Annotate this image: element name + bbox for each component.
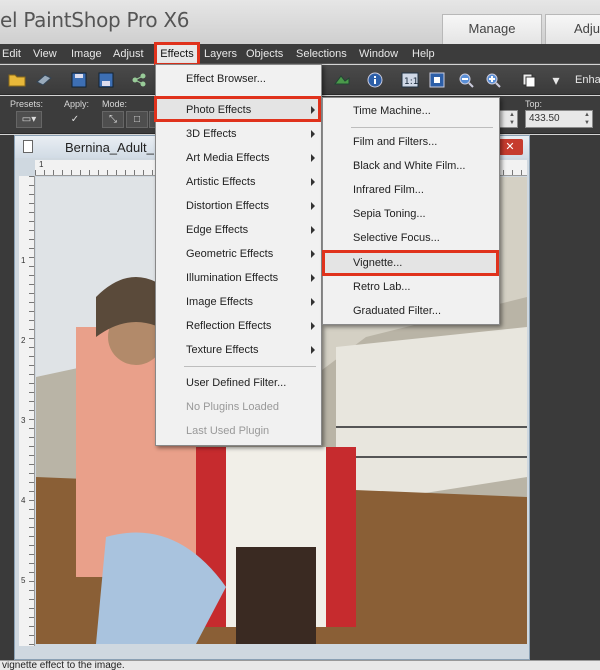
top-value: 433.50 [529,113,560,124]
document-title: Bernina_Adult_ [65,140,154,155]
apply-check-icon[interactable]: ✓ [64,111,86,128]
menu-help[interactable]: Help [412,44,435,64]
app-title: el PaintShop Pro X6 [0,8,190,32]
submenu-arrow-icon [311,202,315,210]
mode-rectangle-icon[interactable]: □ [126,111,148,128]
submenu-arrow-icon [311,346,315,354]
presets-dropdown[interactable]: ▭▾ [16,111,42,128]
spin-arrows-icon[interactable]: ▲ ▼ [582,111,592,127]
share-icon[interactable] [128,69,150,91]
save-icon[interactable] [68,69,90,91]
top-spinbox[interactable]: 433.50 ▲ ▼ [525,110,593,128]
menu-image[interactable]: Image [71,44,102,64]
title-bar: el PaintShop Pro X6 Manage Adjus [0,0,600,44]
menu-item-3d-effects[interactable]: 3D Effects [156,122,321,146]
menu-separator [351,127,493,128]
actual-size-icon[interactable]: 1:1 [399,69,421,91]
ruler-left-number: 4 [21,496,26,505]
status-bar: vignette effect to the image. [0,660,600,670]
presets-label: Presets: [10,99,44,109]
tab-manage[interactable]: Manage [442,14,542,44]
svg-text:1:1: 1:1 [404,77,418,87]
menu-view[interactable]: View [33,44,57,64]
submenu-arrow-icon [311,154,315,162]
menu-item-selective-focus[interactable]: Selective Focus... [323,226,499,250]
menu-item-sepia-toning[interactable]: Sepia Toning... [323,202,499,226]
ruler-left-number: 2 [21,336,26,345]
copy-icon[interactable] [518,69,540,91]
submenu-arrow-icon [311,130,315,138]
menu-item-infrared-film[interactable]: Infrared Film... [323,178,499,202]
menu-item-art-media-effects[interactable]: Art Media Effects [156,146,321,170]
menu-item-time-machine[interactable]: Time Machine... [323,99,499,123]
save-as-icon[interactable] [95,69,117,91]
menu-item-retro-lab[interactable]: Retro Lab... [323,275,499,299]
mode-label: Mode: [102,99,128,109]
ruler-top-number: 1 [39,160,44,169]
menu-separator [184,366,316,367]
info-icon[interactable] [364,69,386,91]
photo-effects-submenu: Time Machine... Film and Filters... Blac… [322,97,500,325]
menu-window[interactable]: Window [359,44,398,64]
ruler-left-number: 5 [21,576,26,585]
menu-item-graduated-filter[interactable]: Graduated Filter... [323,299,499,323]
dropdown-arrow-icon[interactable]: ▾ [545,69,567,91]
menu-selections[interactable]: Selections [296,44,347,64]
ruler-vertical: 1 2 3 4 5 [19,176,35,646]
apply-label: Apply: [64,99,90,109]
menu-item-distortion-effects[interactable]: Distortion Effects [156,194,321,218]
menu-adjust[interactable]: Adjust [113,44,144,64]
menu-item-last-used-plugin: Last Used Plugin [186,425,270,437]
menu-item-photo-effects[interactable]: Photo Effects [156,98,321,122]
menu-item-effect-browser[interactable]: Effect Browser... [156,67,321,91]
menu-item-edge-effects[interactable]: Edge Effects [156,218,321,242]
submenu-arrow-icon [311,106,315,114]
effects-menu: Effect Browser... Photo Effects 3D Effec… [155,64,322,446]
menu-item-geometric-effects[interactable]: Geometric Effects [156,242,321,266]
submenu-arrow-icon [311,250,315,258]
menu-objects[interactable]: Objects [246,44,283,64]
menu-item-black-and-white-film[interactable]: Black and White Film... [323,154,499,178]
zoom-in-icon[interactable] [482,69,504,91]
fit-window-icon[interactable] [426,69,448,91]
menu-item-film-and-filters[interactable]: Film and Filters... [323,130,499,154]
mode-freehand-icon[interactable]: ⤡ [102,111,124,128]
open-folder-icon[interactable] [6,69,28,91]
photo-icon[interactable] [331,69,353,91]
scanner-icon[interactable] [33,69,55,91]
menu-bar: Edit View Image Adjust Effects Layers Ob… [0,44,600,64]
menu-item-reflection-effects[interactable]: Reflection Effects [156,314,321,338]
menu-item-illumination-effects[interactable]: Illumination Effects [156,266,321,290]
menu-item-no-plugins: No Plugins Loaded [186,401,279,413]
submenu-arrow-icon [311,178,315,186]
submenu-arrow-icon [311,298,315,306]
menu-effects[interactable]: Effects [156,44,198,64]
submenu-arrow-icon [311,226,315,234]
ruler-left-number: 1 [21,256,26,265]
document-icon [23,140,33,153]
menu-layers[interactable]: Layers [204,44,237,64]
menu-edit[interactable]: Edit [2,44,21,64]
menu-item-image-effects[interactable]: Image Effects [156,290,321,314]
menu-item-texture-effects[interactable]: Texture Effects [156,338,321,362]
tab-adjust[interactable]: Adjus [545,14,600,44]
submenu-arrow-icon [311,322,315,330]
zoom-out-icon[interactable] [455,69,477,91]
document-close-button[interactable]: ✕ [497,139,523,155]
ruler-left-number: 3 [21,416,26,425]
menu-item-vignette[interactable]: Vignette... [323,251,499,275]
menu-item-artistic-effects[interactable]: Artistic Effects [156,170,321,194]
menu-item-user-defined-filter[interactable]: User Defined Filter... [156,371,321,395]
top-label: Top: [525,99,543,109]
submenu-arrow-icon [311,274,315,282]
enhance-label: Enha [575,74,600,86]
